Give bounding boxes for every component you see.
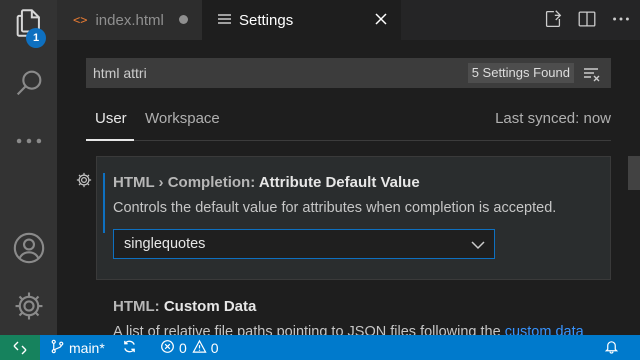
modified-dot-icon[interactable] bbox=[179, 15, 188, 24]
branch-status[interactable]: main* bbox=[50, 335, 105, 360]
editor-tab-bar: <> index.html Settings bbox=[57, 0, 640, 40]
tab-settings[interactable]: Settings bbox=[202, 0, 401, 40]
setting-gear-icon[interactable] bbox=[75, 171, 93, 189]
branch-name: main* bbox=[69, 339, 105, 356]
tab-index-html[interactable]: <> index.html bbox=[57, 0, 202, 40]
sync-icon bbox=[122, 339, 137, 357]
account-icon[interactable] bbox=[12, 231, 46, 265]
html-code-icon: <> bbox=[73, 13, 88, 27]
custom-data-link[interactable]: custom data bbox=[505, 324, 584, 335]
clear-filter-icon[interactable] bbox=[582, 64, 602, 84]
error-icon bbox=[160, 339, 175, 357]
sync-status[interactable] bbox=[122, 335, 137, 360]
setting-description: A list of relative file paths pointing t… bbox=[113, 324, 584, 335]
modified-indicator bbox=[103, 173, 105, 233]
description-text: A list of relative file paths pointing t… bbox=[113, 324, 505, 335]
more-icon[interactable] bbox=[12, 124, 46, 158]
tab-label: index.html bbox=[95, 11, 164, 29]
tab-label: Settings bbox=[239, 11, 294, 29]
tab-workspace[interactable]: Workspace bbox=[145, 110, 220, 127]
open-settings-json-icon[interactable] bbox=[542, 8, 564, 30]
attribute-default-value-select[interactable]: singlequotes bbox=[113, 229, 495, 259]
problems-status[interactable]: 0 0 bbox=[160, 335, 219, 360]
explorer-badge: 1 bbox=[26, 28, 46, 48]
results-count-badge: 5 Settings Found bbox=[467, 63, 574, 83]
split-editor-icon[interactable] bbox=[576, 8, 598, 30]
chevron-down-icon bbox=[470, 237, 486, 253]
setting-title: HTML › Completion: Attribute Default Val… bbox=[113, 174, 420, 191]
status-bar: main* 0 0 bbox=[0, 335, 640, 360]
activity-bar: 1 bbox=[0, 0, 57, 335]
active-tab-underline bbox=[86, 139, 134, 141]
select-value: singlequotes bbox=[124, 236, 206, 252]
notifications-status[interactable] bbox=[604, 335, 619, 360]
search-value[interactable]: html attri bbox=[93, 65, 147, 81]
git-branch-icon bbox=[50, 339, 65, 357]
setting-key: Custom Data bbox=[163, 298, 257, 315]
bell-icon bbox=[604, 339, 619, 357]
settings-editor: html attri 5 Settings Found User Workspa… bbox=[57, 40, 640, 335]
more-actions-icon[interactable] bbox=[610, 8, 632, 30]
settings-list-icon bbox=[218, 13, 231, 28]
error-count: 0 bbox=[179, 339, 187, 356]
setting-attribute-default-value: HTML › Completion: Attribute Default Val… bbox=[96, 156, 611, 280]
tab-user[interactable]: User bbox=[95, 110, 127, 127]
setting-key: Attribute Default Value bbox=[258, 174, 420, 191]
close-icon[interactable] bbox=[373, 11, 389, 27]
settings-search-input[interactable]: html attri 5 Settings Found bbox=[86, 58, 611, 88]
editor-actions bbox=[542, 8, 632, 30]
warning-count: 0 bbox=[210, 339, 219, 356]
remote-indicator[interactable] bbox=[0, 335, 40, 360]
setting-category: HTML: bbox=[113, 298, 164, 315]
setting-category: HTML › Completion: bbox=[113, 174, 259, 191]
search-icon[interactable] bbox=[12, 66, 46, 100]
warning-icon bbox=[192, 339, 207, 357]
scrollbar-thumb[interactable] bbox=[628, 156, 640, 190]
manage-gear-icon[interactable] bbox=[12, 289, 46, 323]
last-synced-status: Last synced: now bbox=[495, 110, 611, 127]
setting-description: Controls the default value for attribute… bbox=[113, 200, 557, 216]
setting-title: HTML: Custom Data bbox=[113, 298, 256, 315]
settings-scope-tabs: User Workspace Last synced: now bbox=[86, 100, 611, 141]
